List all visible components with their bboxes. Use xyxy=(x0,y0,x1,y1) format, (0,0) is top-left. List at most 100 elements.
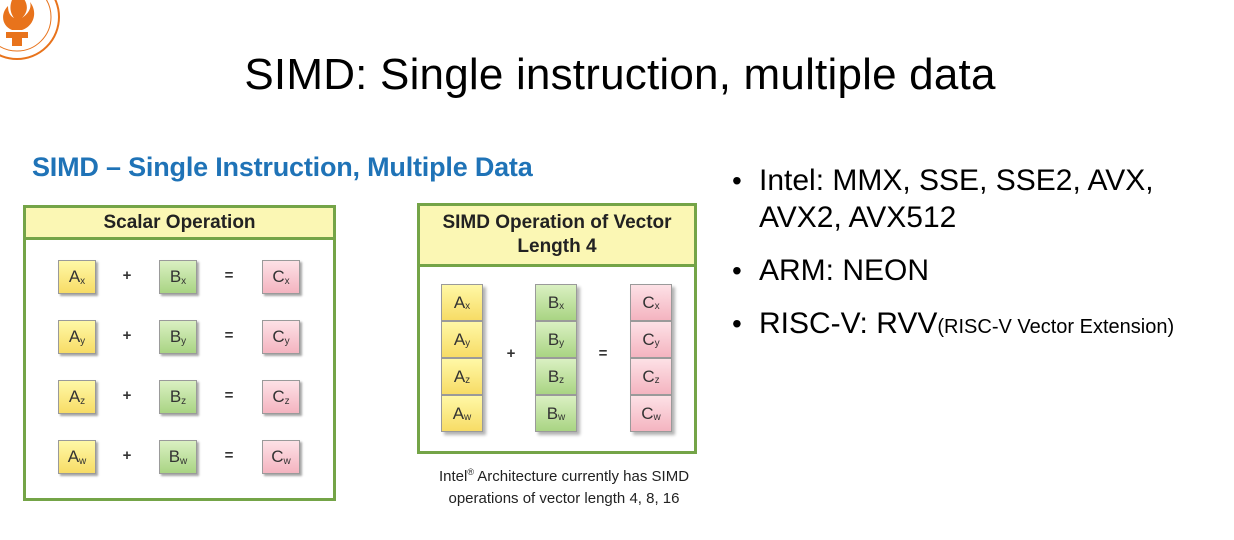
figure-heading: SIMD – Single Instruction, Multiple Data xyxy=(32,152,533,182)
vector-a-cell-subscript: z xyxy=(465,375,471,386)
vector-a-cell-subscript: y xyxy=(465,338,471,349)
scalar-a-cell-subscript: w xyxy=(79,455,87,467)
scalar-plus-sign: + xyxy=(122,447,132,464)
bullet-dot: • xyxy=(732,165,742,196)
bullet-dot: • xyxy=(732,308,742,339)
vector-a-cell: Ax xyxy=(441,284,483,321)
scalar-equals-sign: = xyxy=(224,447,234,464)
vector-plus-sign: + xyxy=(506,345,516,362)
scalar-b-cell-subscript: y xyxy=(181,335,187,347)
scalar-equals-sign: = xyxy=(224,267,234,284)
vector-a-cell: Ay xyxy=(441,321,483,358)
scalar-c-cell-subscript: z xyxy=(284,395,290,407)
vector-c-cell: Cy xyxy=(630,321,672,358)
vector-b-cell-subscript: z xyxy=(559,375,565,386)
vector-a-cell-subscript: x xyxy=(465,301,471,312)
vector-a-cell-letter: A xyxy=(452,403,465,423)
vector-c-cell-letter: C xyxy=(642,292,655,312)
bullet-item-intel: • Intel: MMX, SSE, SSE2, AVX, AVX2, AVX5… xyxy=(732,162,1222,236)
vector-c-cell-letter: C xyxy=(641,403,654,423)
scalar-b-cell: By xyxy=(159,320,197,354)
vector-a-cell-subscript: w xyxy=(464,412,472,423)
scalar-c-cell-subscript: x xyxy=(284,275,290,287)
scalar-b-cell-subscript: z xyxy=(181,395,187,407)
vector-c-cell-subscript: y xyxy=(654,338,660,349)
vector-c-cell: Cz xyxy=(630,358,672,395)
bullet-item-arm: • ARM: NEON xyxy=(732,252,1222,289)
scalar-a-cell-subscript: z xyxy=(80,395,86,407)
vector-b-cell: By xyxy=(535,321,577,358)
vector-c-cell-subscript: w xyxy=(653,412,661,423)
vector-c-stack: CxCyCzCw xyxy=(630,284,672,432)
scalar-b-cell-subscript: w xyxy=(180,455,188,467)
scalar-b-cell: Bx xyxy=(159,260,197,294)
vector-b-cell-subscript: x xyxy=(559,301,565,312)
vector-a-stack: AxAyAzAw xyxy=(441,284,483,432)
vector-a-cell: Aw xyxy=(441,395,483,432)
scalar-a-cell-letter: A xyxy=(68,387,81,406)
scalar-a-cell: Aw xyxy=(58,440,96,474)
scalar-c-cell-letter: C xyxy=(271,447,284,466)
scalar-a-cell: Ay xyxy=(58,320,96,354)
vector-b-cell: Bz xyxy=(535,358,577,395)
scalar-a-cell: Az xyxy=(58,380,96,414)
vector-panel-header: SIMD Operation of Vector Length 4 xyxy=(420,206,694,267)
caption-line-2: operations of vector length 4, 8, 16 xyxy=(448,490,680,507)
vector-c-cell: Cx xyxy=(630,284,672,321)
vector-equals-sign: = xyxy=(598,345,608,362)
bullet-list: • Intel: MMX, SSE, SSE2, AVX, AVX2, AVX5… xyxy=(732,162,1222,362)
scalar-b-cell-subscript: x xyxy=(181,275,187,287)
scalar-a-cell-letter: A xyxy=(68,267,81,286)
vector-b-cell: Bw xyxy=(535,395,577,432)
bullet-item-riscv: • RISC-V: RVV(RISC-V Vector Extension) xyxy=(732,305,1222,346)
vector-c-cell-subscript: z xyxy=(654,375,660,386)
slide-title: SIMD: Single instruction, multiple data xyxy=(244,50,996,99)
scalar-a-cell-letter: A xyxy=(68,327,81,346)
vector-b-stack: BxByBzBw xyxy=(535,284,577,432)
scalar-b-cell-letter: B xyxy=(169,387,182,406)
bullet-text: Intel: MMX, SSE, SSE2, AVX, AVX2, AVX512 xyxy=(759,164,1154,234)
scalar-a-cell-letter: A xyxy=(67,447,80,466)
scalar-b-cell-letter: B xyxy=(169,327,182,346)
figure-caption: Intel® Architecture currently has SIMD o… xyxy=(404,461,724,510)
vector-c-cell-letter: C xyxy=(642,366,655,386)
bullet-text: RISC-V: RVV xyxy=(759,307,938,340)
scalar-b-cell-letter: B xyxy=(169,267,182,286)
vector-a-cell: Az xyxy=(441,358,483,395)
scalar-c-cell: Cz xyxy=(262,380,300,414)
vector-a-cell-letter: A xyxy=(453,366,466,386)
scalar-a-cell: Ax xyxy=(58,260,96,294)
scalar-plus-sign: + xyxy=(122,327,132,344)
bullet-note: (RISC-V Vector Extension) xyxy=(937,316,1175,338)
scalar-c-cell: Cy xyxy=(262,320,300,354)
scalar-c-cell-letter: C xyxy=(272,387,285,406)
vector-b-cell-subscript: y xyxy=(559,338,565,349)
scalar-b-cell-letter: B xyxy=(168,447,181,466)
vector-b-cell-letter: B xyxy=(547,366,560,386)
scalar-b-cell: Bz xyxy=(159,380,197,414)
bullet-text: ARM: NEON xyxy=(759,254,930,287)
vector-a-cell-letter: A xyxy=(453,292,466,312)
scalar-c-cell: Cw xyxy=(262,440,300,474)
caption-line-1: Architecture currently has SIMD xyxy=(473,468,690,485)
vector-b-cell: Bx xyxy=(535,284,577,321)
vector-c-cell-letter: C xyxy=(642,329,655,349)
scalar-c-cell: Cx xyxy=(262,260,300,294)
scalar-panel-header: Scalar Operation xyxy=(26,208,333,240)
scalar-b-cell: Bw xyxy=(159,440,197,474)
vector-b-cell-letter: B xyxy=(547,329,560,349)
vector-c-cell-subscript: x xyxy=(654,301,660,312)
scalar-a-cell-subscript: x xyxy=(80,275,86,287)
caption-brand: Intel xyxy=(438,468,468,485)
scalar-a-cell-subscript: y xyxy=(80,335,86,347)
scalar-plus-sign: + xyxy=(122,387,132,404)
vector-b-cell-letter: B xyxy=(546,403,559,423)
bullet-dot: • xyxy=(732,255,742,286)
caption-registered-mark: ® xyxy=(467,467,474,477)
scalar-c-cell-letter: C xyxy=(272,267,285,286)
scalar-equals-sign: = xyxy=(224,387,234,404)
vector-b-cell-subscript: w xyxy=(558,412,566,423)
scalar-c-cell-letter: C xyxy=(272,327,285,346)
scalar-plus-sign: + xyxy=(122,267,132,284)
vector-b-cell-letter: B xyxy=(547,292,560,312)
